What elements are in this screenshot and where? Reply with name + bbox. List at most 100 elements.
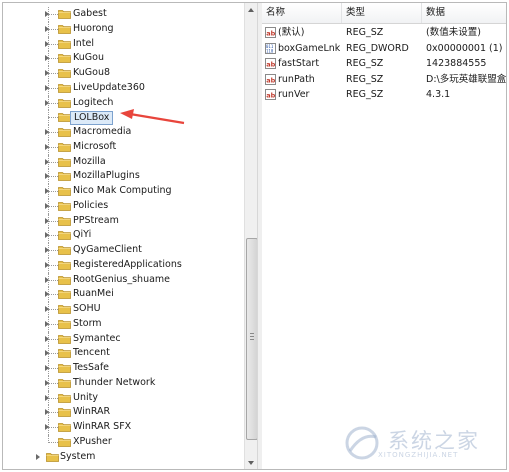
tree-item-tessafe[interactable]: TesSafe: [3, 361, 243, 376]
expand-arrow-icon[interactable]: [45, 158, 49, 165]
tree-item-label: Policies: [73, 199, 109, 211]
expand-arrow-icon[interactable]: [45, 188, 49, 194]
tree-item-label: MozillaPlugins: [73, 170, 140, 182]
expand-arrow-icon[interactable]: [45, 379, 49, 386]
scrollbar-thumb[interactable]: [246, 238, 257, 440]
tree-item-mozilla[interactable]: Mozilla: [3, 154, 243, 170]
tree-item-label: RuanMei: [73, 288, 114, 300]
tree-item-ruanmei[interactable]: RuanMei: [3, 287, 243, 302]
expand-arrow-icon[interactable]: [45, 291, 49, 298]
value-type: REG_DWORD: [346, 42, 409, 54]
svg-text:ab: ab: [266, 29, 275, 37]
expand-arrow-icon[interactable]: [45, 394, 49, 401]
expand-arrow-icon[interactable]: [45, 11, 49, 17]
column-header-data[interactable]: 数据: [422, 3, 506, 23]
scroll-up-arrow-icon[interactable]: [245, 3, 257, 16]
tree-guide-line: [48, 264, 58, 266]
expand-arrow-icon[interactable]: [45, 365, 49, 371]
tree-item-label: Tencent: [73, 347, 110, 359]
tree-item-sohu[interactable]: SOHU: [3, 302, 243, 317]
tree-item-label: LiveUpdate360: [73, 81, 145, 93]
tree-vertical-scrollbar[interactable]: [244, 3, 257, 469]
expand-arrow-icon[interactable]: [45, 25, 49, 32]
value-type: REG_SZ: [346, 58, 384, 69]
tree-item-kugou8[interactable]: KuGou8: [3, 66, 243, 81]
expand-arrow-icon[interactable]: [36, 453, 40, 460]
value-name: boxGameLnk...: [278, 42, 340, 54]
tree-item-nico-mak-computing[interactable]: Nico Mak Computing: [3, 184, 243, 199]
tree-item-label: LOLBox: [70, 111, 114, 126]
column-header-type[interactable]: 类型: [342, 3, 422, 23]
expand-arrow-icon[interactable]: [45, 247, 49, 253]
expand-arrow-icon[interactable]: [45, 70, 49, 76]
tree-item-label: Microsoft: [73, 140, 117, 152]
tree-guide-line: [48, 14, 58, 15]
tree-item-winrar-sfx[interactable]: WinRAR SFX: [3, 420, 243, 435]
tree-item-qiyi[interactable]: QiYi: [3, 228, 243, 243]
expand-arrow-icon[interactable]: [45, 55, 49, 62]
expand-arrow-icon[interactable]: [45, 143, 49, 150]
value-data: 1423884555: [426, 58, 487, 69]
dword-value-icon: 011 110: [265, 42, 276, 54]
svg-text:ab: ab: [266, 91, 275, 99]
tree-item-winrar[interactable]: WinRAR: [3, 405, 243, 420]
value-row[interactable]: 011110boxGameLnk... REG_DWORD 0x00000001 (…: [262, 41, 506, 57]
tree-item-label: RootGenius_shuame: [73, 273, 171, 285]
tree-item-mozillaplugins[interactable]: MozillaPlugins: [3, 169, 243, 184]
tree-item-kugou[interactable]: KuGou: [3, 51, 243, 66]
folder-icon: [58, 201, 71, 211]
value-row[interactable]: abrunPath REG_SZ D:\多玩英雄联盟盒子: [262, 72, 506, 88]
tree-item-qygameclient[interactable]: QyGameClient: [3, 243, 243, 258]
tree-item-label: Mozilla: [73, 155, 106, 167]
expand-arrow-icon[interactable]: [45, 232, 49, 239]
expand-arrow-icon[interactable]: [45, 217, 49, 224]
tree-item-microsoft[interactable]: Microsoft: [3, 139, 243, 155]
folder-icon: [58, 334, 71, 344]
expand-arrow-icon[interactable]: [45, 99, 49, 106]
expand-arrow-icon[interactable]: [45, 84, 49, 91]
tree-item-registeredapplications[interactable]: RegisteredApplications: [3, 257, 243, 273]
expand-arrow-icon[interactable]: [45, 320, 49, 327]
tree-item-tencent[interactable]: Tencent: [3, 346, 243, 361]
value-row[interactable]: ab runVer REG_SZ 4.3.1: [262, 87, 506, 103]
tree-item-symantec[interactable]: Symantec: [3, 331, 243, 347]
tree-item-liveupdate360[interactable]: LiveUpdate360: [3, 80, 243, 96]
expand-arrow-icon[interactable]: [45, 173, 49, 180]
tree-item-ppstream[interactable]: PPStream: [3, 213, 243, 229]
tree-item-thunder-network[interactable]: Thunder Network: [3, 375, 243, 391]
column-header-name[interactable]: 名称: [262, 3, 342, 23]
folder-icon: [58, 363, 71, 373]
tree-guide-line: [48, 73, 58, 74]
tree-item-storm[interactable]: Storm: [3, 316, 243, 332]
expand-arrow-icon[interactable]: [45, 276, 49, 283]
tree-item-huorong[interactable]: Huorong: [3, 21, 243, 37]
expand-arrow-icon[interactable]: [45, 202, 49, 209]
tree-item-xpusher[interactable]: XPusher: [3, 434, 243, 450]
tree-guide-line: [48, 427, 58, 428]
expand-arrow-icon[interactable]: [45, 424, 49, 430]
tree-item-label: Thunder Network: [73, 376, 156, 388]
tree-item-label: System: [60, 450, 96, 462]
expand-arrow-icon[interactable]: [45, 306, 49, 312]
expand-arrow-icon[interactable]: [45, 409, 49, 416]
expand-arrow-icon[interactable]: [45, 335, 49, 342]
expand-arrow-icon[interactable]: [45, 129, 49, 135]
expand-arrow-icon[interactable]: [45, 40, 49, 47]
tree-item-intel[interactable]: Intel: [3, 36, 243, 52]
expand-arrow-icon[interactable]: [45, 261, 49, 268]
value-row[interactable]: ab (默认) REG_SZ (数值未设置): [262, 25, 506, 41]
tree-item-policies[interactable]: Policies: [3, 198, 243, 214]
tree-item-unity[interactable]: Unity: [3, 390, 243, 406]
tree-item-gabest[interactable]: Gabest: [3, 7, 243, 22]
folder-icon: [58, 437, 71, 447]
value-row[interactable]: ab fastStart REG_SZ 1423884555: [262, 56, 506, 72]
tree-guide-line: [48, 58, 58, 60]
expand-arrow-icon[interactable]: [45, 350, 49, 357]
tree-item-label: TesSafe: [73, 362, 110, 373]
folder-icon: [58, 245, 71, 255]
tree-item-system[interactable]: System: [3, 450, 243, 465]
tree-item-rootgenius-shuame[interactable]: RootGenius_shuame: [3, 272, 243, 288]
scroll-down-arrow-icon[interactable]: [245, 456, 257, 469]
tree-guide-line: [48, 250, 58, 251]
folder-icon: [58, 230, 71, 241]
